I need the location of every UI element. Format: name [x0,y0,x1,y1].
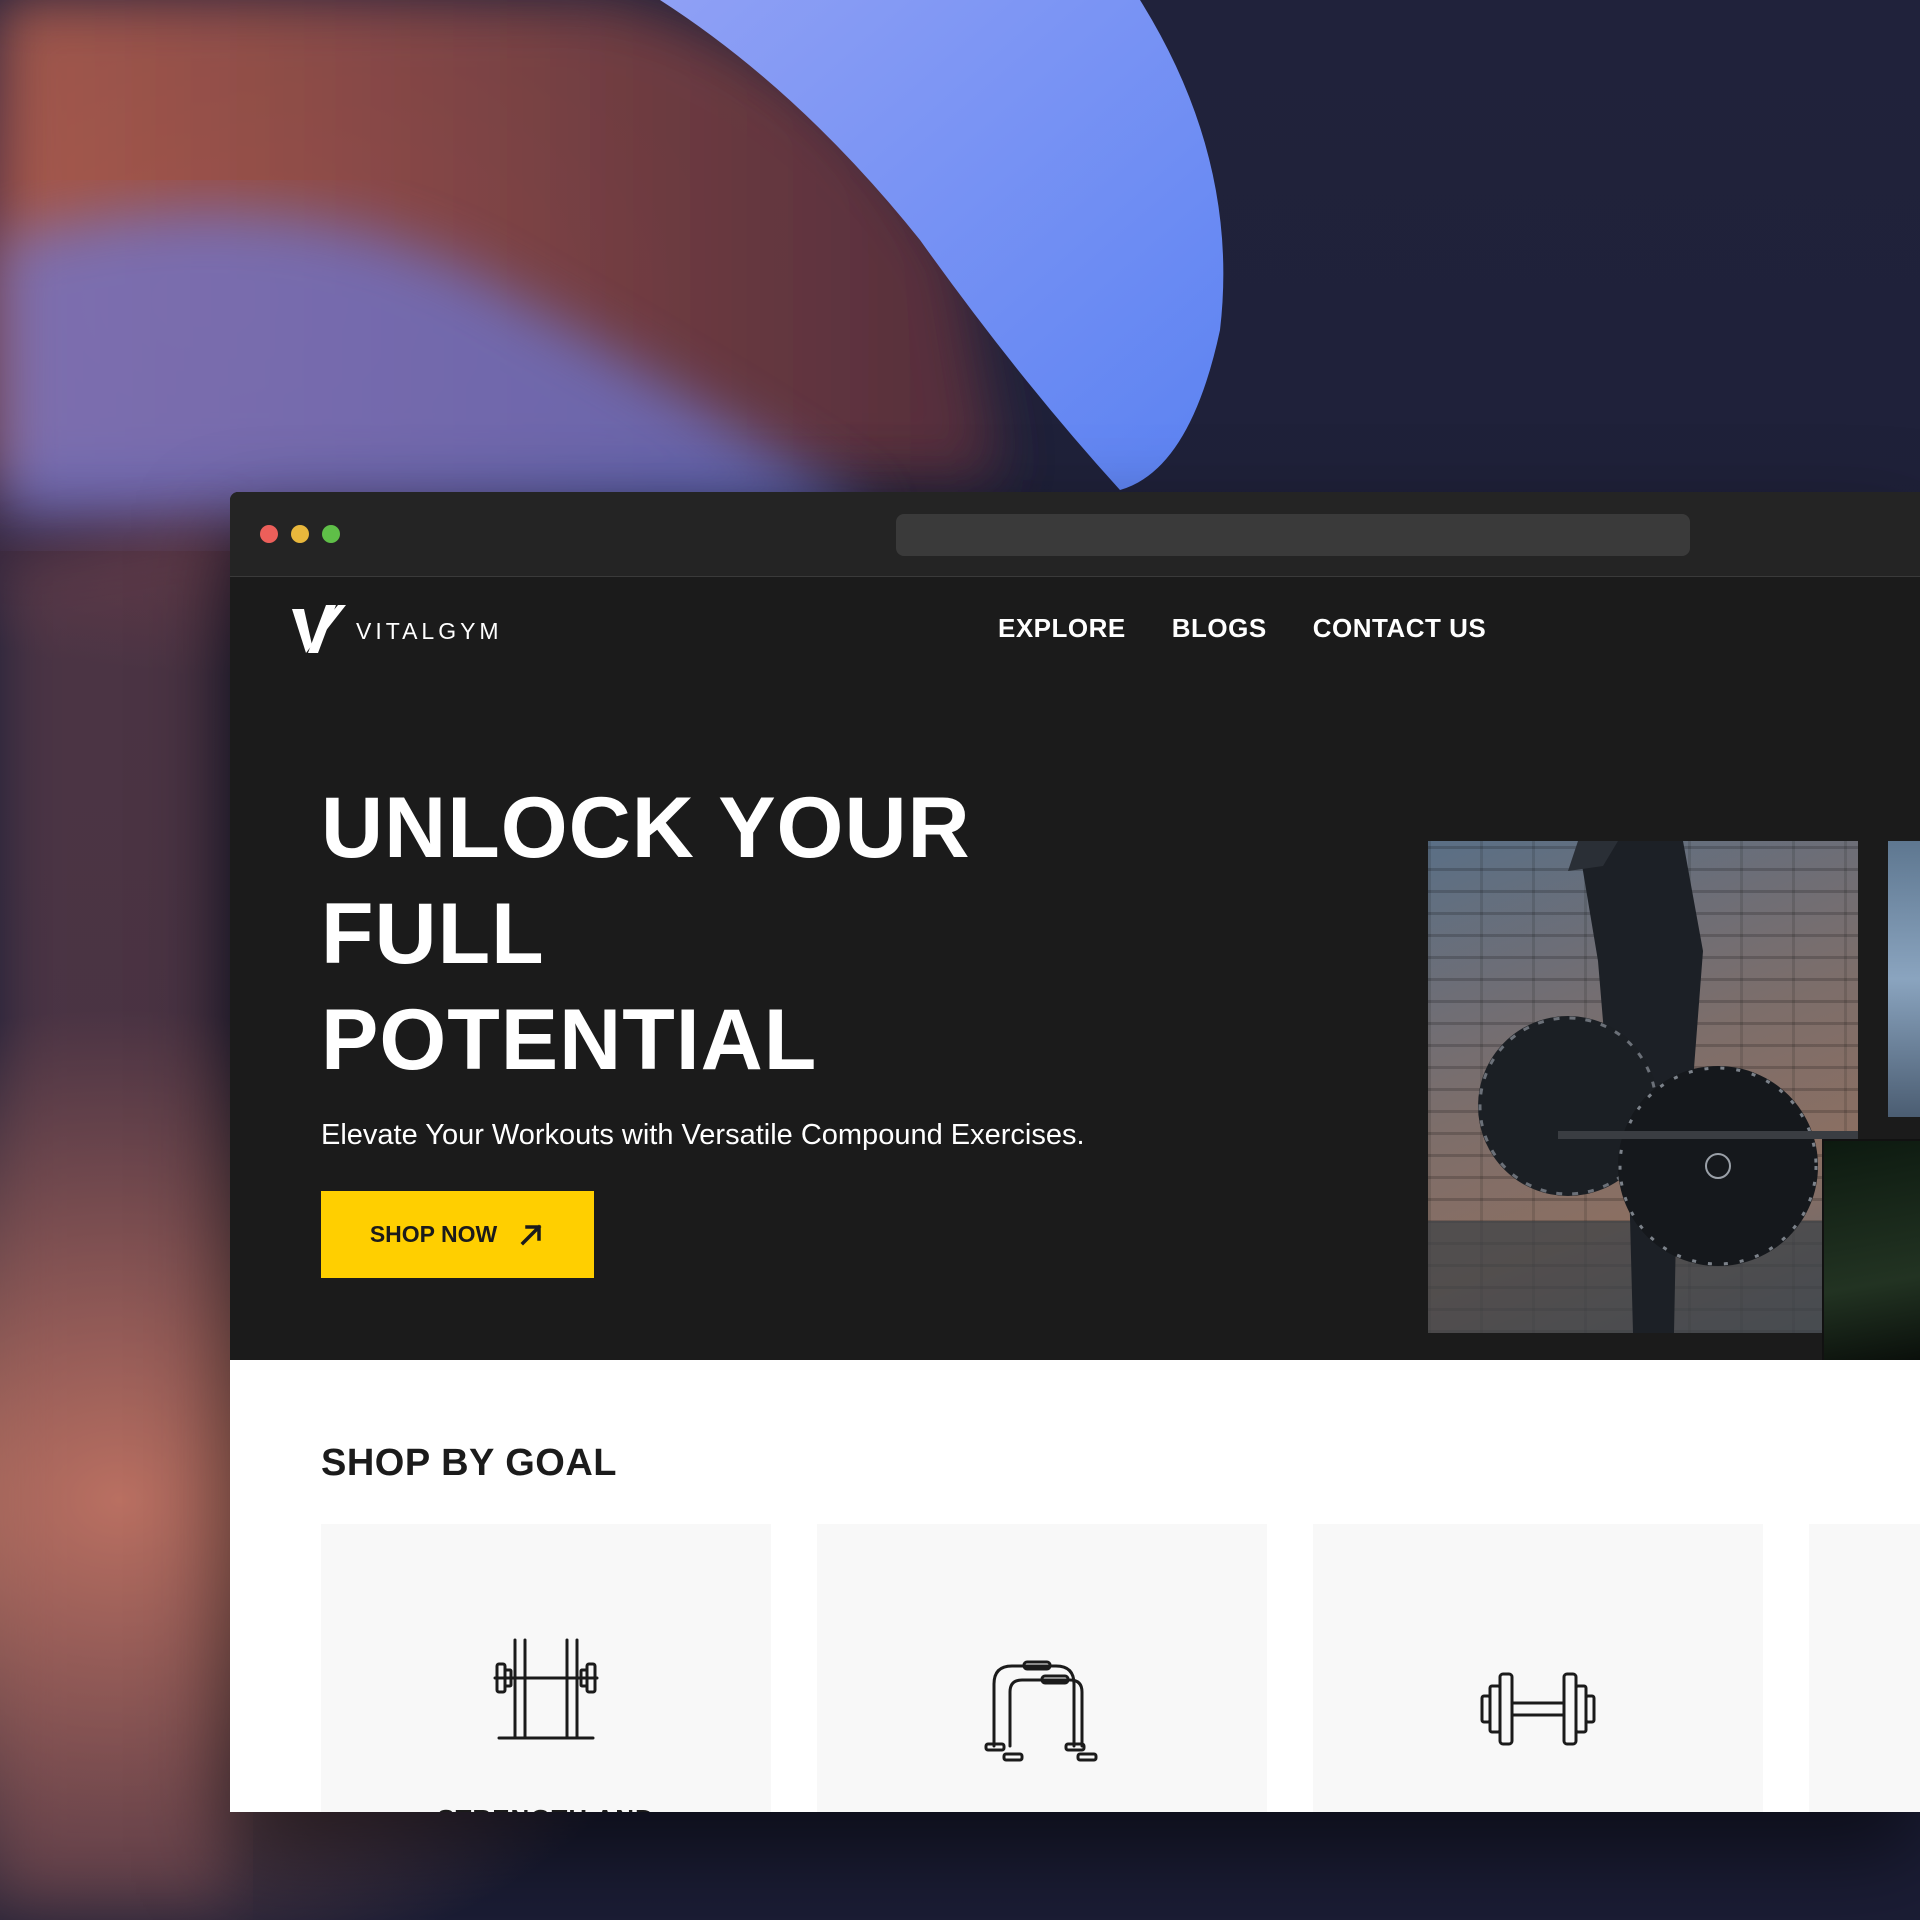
browser-window: VITALGYM EXPLORE BLOGS CONTACT US UNLOCK… [230,492,1920,1812]
squat-rack-icon [493,1638,599,1740]
close-window-button[interactable] [260,525,278,543]
parallettes-icon [984,1660,1098,1762]
site-header: VITALGYM EXPLORE BLOGS CONTACT US [230,577,1920,687]
hero-title: UNLOCK YOUR FULL POTENTIAL [321,775,1021,1093]
nav-blogs[interactable]: BLOGS [1172,613,1267,644]
hero-subtitle: Elevate Your Workouts with Versatile Com… [321,1119,1085,1151]
hero-section: UNLOCK YOUR FULL POTENTIAL Elevate Your … [230,687,1920,1377]
goal-card-dumbbells[interactable] [1313,1524,1763,1812]
hero-title-line: UNLOCK YOUR [321,780,971,876]
dumbbell-icon [1480,1672,1596,1746]
hero-title-line: FULL [321,886,545,982]
shop-by-goal-section: SHOP BY GOAL STRENGTH AND [230,1360,1920,1812]
goal-card-strength[interactable]: STRENGTH AND [321,1524,771,1812]
deadlift-illustration [1428,841,1858,1333]
brand-name: VITALGYM [356,617,503,644]
minimize-window-button[interactable] [291,525,309,543]
hero-title-line: POTENTIAL [321,992,818,1088]
shop-now-button[interactable]: SHOP NOW [321,1191,594,1278]
arrow-up-right-icon [520,1224,542,1245]
browser-titlebar [230,492,1920,577]
address-bar[interactable] [896,514,1690,556]
nav-explore[interactable]: EXPLORE [998,613,1126,644]
shop-now-label: SHOP NOW [369,1221,498,1247]
goal-card-label: STRENGTH AND [321,1804,771,1812]
goal-card-calisthenics[interactable] [817,1524,1267,1812]
hero-secondary-image [1888,841,1920,1117]
goal-card-partial[interactable] [1809,1524,1920,1812]
main-nav: EXPLORE BLOGS CONTACT US [998,613,1486,644]
shop-by-goal-title: SHOP BY GOAL [321,1442,617,1484]
maximize-window-button[interactable] [322,525,340,543]
vitalgym-logo-icon [292,605,346,653]
site-logo[interactable]: VITALGYM [290,601,503,657]
hero-tertiary-image [1822,1139,1920,1377]
nav-contact-us[interactable]: CONTACT US [1313,613,1487,644]
hero-deadlift-image [1428,841,1858,1333]
